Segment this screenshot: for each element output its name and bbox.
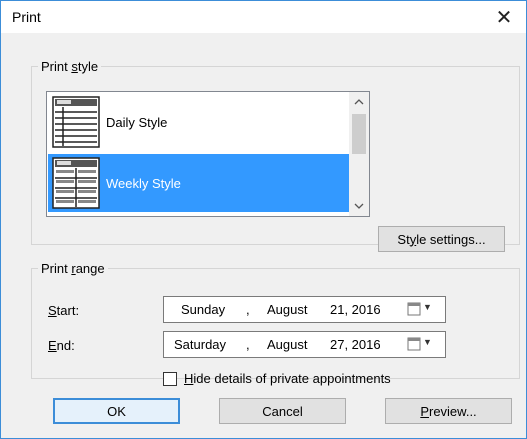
calendar-icon — [407, 337, 421, 351]
print-style-list[interactable]: Daily Style Weekly Style — [46, 91, 370, 217]
print-dialog: Print ✕ Print style Daily Style Weekly S… — [0, 0, 527, 439]
chevron-down-icon — [354, 203, 364, 209]
print-style-label: Print style — [41, 59, 99, 74]
hide-details-label: Hide details of private appointments — [184, 371, 391, 386]
start-label: Start: — [48, 303, 80, 318]
title-bar[interactable]: Print ✕ — [1, 1, 526, 33]
list-scrollbar[interactable] — [349, 92, 369, 216]
hide-details-option[interactable]: Hide details of private appointments — [163, 371, 391, 386]
scroll-up-button[interactable] — [349, 92, 369, 112]
end-label: End: — [48, 338, 75, 353]
dropdown-arrow-icon: ▼ — [423, 337, 432, 347]
chevron-up-icon — [354, 99, 364, 105]
end-date-picker[interactable]: Saturday , August 27, 2016 ▼ — [163, 331, 446, 358]
list-item-weekly-style[interactable]: Weekly Style — [48, 154, 349, 212]
ok-button[interactable]: OK — [53, 398, 180, 424]
list-item-label: Weekly Style — [106, 175, 181, 191]
list-item-label: Daily Style — [106, 114, 168, 130]
list-item-daily-style[interactable]: Daily Style — [48, 93, 349, 151]
scroll-down-button[interactable] — [349, 196, 369, 216]
close-icon: ✕ — [495, 6, 513, 29]
cancel-button[interactable]: Cancel — [219, 398, 346, 424]
dialog-title: Print — [12, 9, 41, 25]
start-date-picker[interactable]: Sunday , August 21, 2016 ▼ — [163, 296, 446, 323]
daily-style-icon — [52, 96, 100, 148]
print-range-group: Print range Start: Sunday , August 21, 2… — [31, 261, 520, 386]
hide-details-checkbox[interactable] — [163, 371, 177, 386]
print-range-label: Print range — [41, 261, 105, 276]
close-button[interactable]: ✕ — [484, 1, 524, 33]
weekly-style-icon — [52, 157, 100, 209]
dropdown-arrow-icon: ▼ — [423, 302, 432, 312]
preview-button[interactable]: Preview... — [385, 398, 512, 424]
print-style-group: Print style Daily Style Weekly Style St … — [31, 59, 520, 252]
style-settings-button[interactable]: St y le settings... — [378, 226, 505, 252]
calendar-icon — [407, 302, 421, 316]
scroll-thumb[interactable] — [352, 114, 366, 154]
